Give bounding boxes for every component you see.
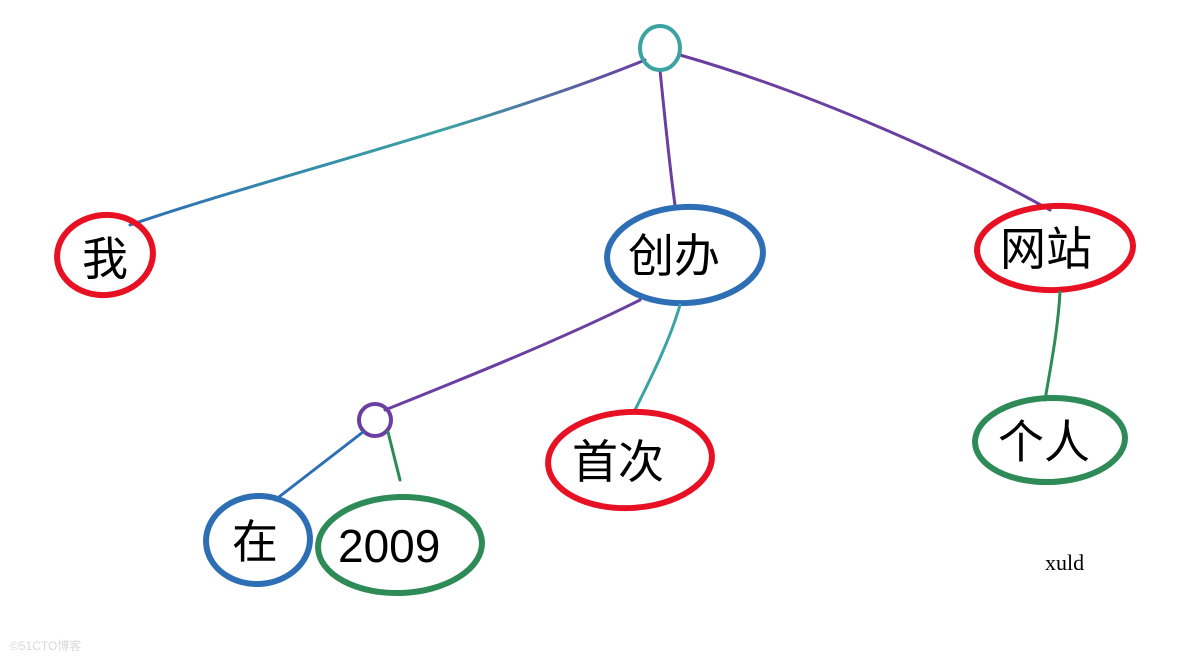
node-modifier: 个人 xyxy=(974,395,1127,484)
edge-subroot-year xyxy=(388,432,400,480)
watermark: ©51CTO博客 xyxy=(10,638,81,653)
node-object-label: 网站 xyxy=(1000,223,1092,275)
edge-subroot-preposition xyxy=(275,432,363,500)
diagram-canvas: 我 创办 网站 在 2009 首次 个人 xuld ©51CTO博客 xyxy=(0,0,1184,656)
node-verb-label: 创办 xyxy=(628,230,720,282)
edge-verb-adverb xyxy=(635,305,680,410)
edge-verb-subroot xyxy=(385,300,640,410)
signature: xuld xyxy=(1045,550,1084,575)
node-subject: 我 xyxy=(53,210,157,300)
node-preposition: 在 xyxy=(203,492,313,587)
node-adverb: 首次 xyxy=(546,408,715,512)
node-adverb-label: 首次 xyxy=(572,436,664,488)
edge-root-object xyxy=(680,55,1050,210)
root-node xyxy=(640,26,680,70)
edge-root-subject xyxy=(130,60,645,225)
node-modifier-label: 个人 xyxy=(998,416,1090,468)
node-preposition-label: 在 xyxy=(232,516,278,568)
node-year-label: 2009 xyxy=(338,520,440,572)
node-object: 网站 xyxy=(976,203,1135,292)
node-subject-label: 我 xyxy=(82,233,128,285)
node-year: 2009 xyxy=(316,494,483,596)
node-verb: 创办 xyxy=(605,203,766,307)
edge-object-modifier xyxy=(1045,292,1060,400)
edge-root-verb xyxy=(660,70,675,205)
